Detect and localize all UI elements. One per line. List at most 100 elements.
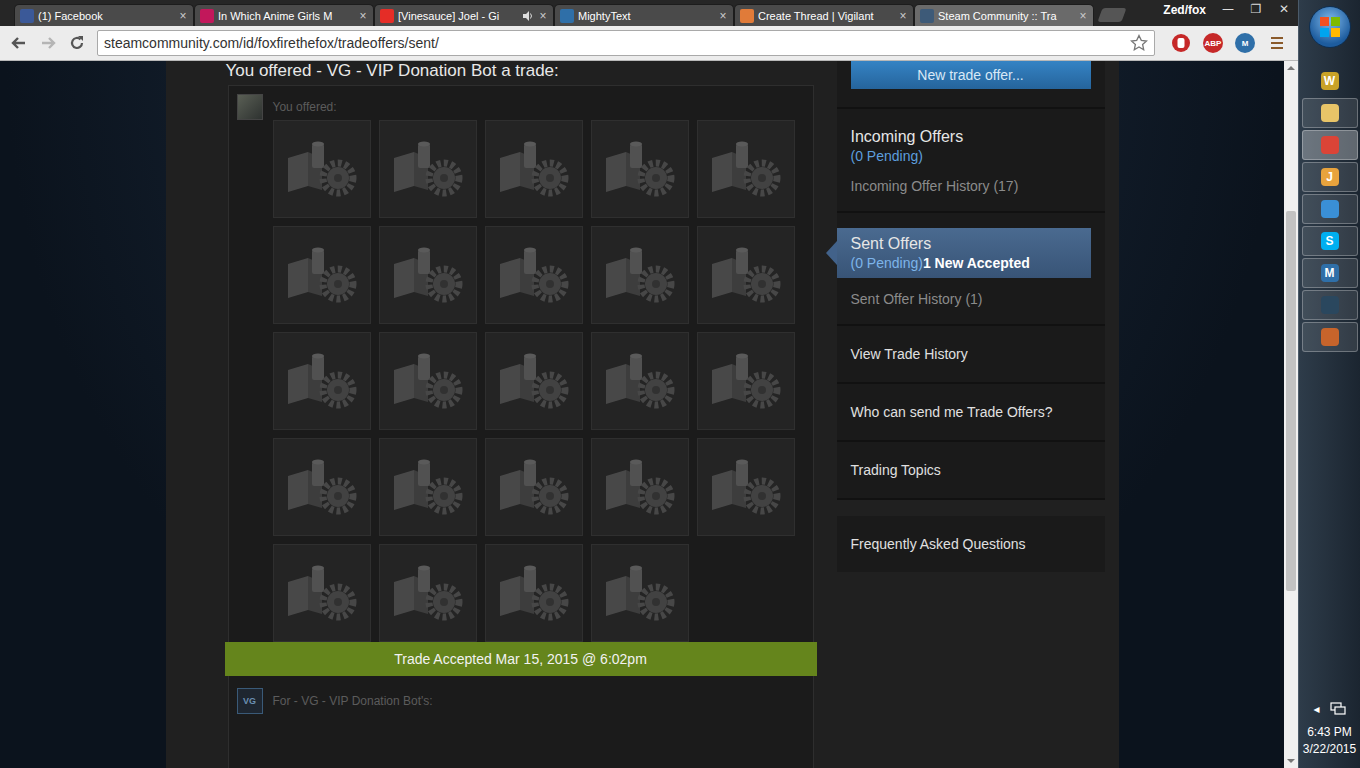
item-tile[interactable] bbox=[379, 120, 477, 218]
item-tile[interactable] bbox=[273, 332, 371, 430]
app-icon: W bbox=[1321, 72, 1339, 90]
new-trade-offer-button[interactable]: New trade offer... bbox=[851, 61, 1091, 89]
extension-button[interactable]: M bbox=[1232, 30, 1258, 56]
item-tile[interactable] bbox=[697, 332, 795, 430]
user-avatar[interactable] bbox=[237, 94, 263, 120]
taskbar-app-button[interactable] bbox=[1302, 322, 1358, 352]
scroll-thumb[interactable] bbox=[1286, 211, 1296, 591]
browser-tab[interactable]: In Which Anime Girls M× bbox=[194, 4, 374, 26]
extension-button[interactable] bbox=[1168, 30, 1194, 56]
taskbar-app-button[interactable]: J bbox=[1302, 162, 1358, 192]
faq-link[interactable]: Frequently Asked Questions bbox=[837, 516, 1105, 572]
item-tile[interactable] bbox=[485, 226, 583, 324]
menu-button[interactable] bbox=[1264, 30, 1290, 56]
item-tile[interactable] bbox=[485, 332, 583, 430]
tab-close-button[interactable]: × bbox=[898, 9, 908, 23]
metal-item-icon bbox=[600, 562, 680, 624]
taskbar-app-button[interactable]: S bbox=[1302, 226, 1358, 256]
item-tile[interactable] bbox=[591, 544, 689, 642]
tab-title: (1) Facebook bbox=[38, 10, 174, 22]
app-icon bbox=[1321, 136, 1339, 154]
scroll-up-icon[interactable] bbox=[1284, 61, 1298, 75]
taskbar-app-button[interactable] bbox=[1302, 98, 1358, 128]
window-control-button[interactable]: ❐ bbox=[1242, 0, 1270, 18]
forward-arrow-icon bbox=[39, 34, 57, 52]
item-tile[interactable] bbox=[697, 226, 795, 324]
tab-title: Create Thread | Vigilant bbox=[758, 10, 894, 22]
speaker-icon[interactable] bbox=[522, 10, 534, 22]
tab-close-button[interactable]: × bbox=[718, 9, 728, 23]
item-tile[interactable] bbox=[485, 438, 583, 536]
tab-title: [Vinesauce] Joel - Gi bbox=[398, 10, 518, 22]
item-tile[interactable] bbox=[273, 438, 371, 536]
item-tile[interactable] bbox=[273, 120, 371, 218]
taskbar-app-button[interactable] bbox=[1302, 130, 1358, 160]
section-header[interactable]: Sent Offers(0 Pending)1 New Accepted bbox=[837, 228, 1091, 278]
taskbar-app-button[interactable] bbox=[1302, 194, 1358, 224]
app-icon: S bbox=[1321, 232, 1339, 250]
start-button[interactable] bbox=[1309, 6, 1351, 48]
metal-item-icon bbox=[600, 244, 680, 306]
browser-tab[interactable]: [Vinesauce] Joel - Gi × bbox=[374, 4, 554, 26]
reload-button[interactable] bbox=[64, 30, 90, 56]
new-tab-button[interactable] bbox=[1097, 8, 1126, 22]
scroll-down-icon[interactable] bbox=[1284, 754, 1298, 768]
partner-avatar[interactable]: VG bbox=[237, 688, 263, 714]
browser-tab[interactable]: MightyText× bbox=[554, 4, 734, 26]
browser-tab[interactable]: Create Thread | Vigilant × bbox=[734, 4, 914, 26]
show-hidden-icons-button[interactable]: ◂ bbox=[1313, 702, 1319, 716]
window-control-button[interactable]: — bbox=[1214, 0, 1242, 18]
item-tile[interactable] bbox=[591, 120, 689, 218]
window-control-button[interactable]: ✕ bbox=[1270, 0, 1298, 18]
desktop: (1) Facebook×In Which Anime Girls M×[Vin… bbox=[0, 0, 1360, 768]
offer-box: You offered:Trade Accepted Mar 15, 2015 … bbox=[228, 85, 814, 768]
network-icon[interactable] bbox=[1330, 702, 1346, 716]
tab-close-button[interactable]: × bbox=[178, 9, 188, 23]
bookmark-star-icon[interactable] bbox=[1130, 34, 1148, 52]
scrollbar[interactable] bbox=[1284, 61, 1298, 768]
metal-item-icon bbox=[388, 138, 468, 200]
favicon-icon bbox=[380, 9, 394, 23]
item-tile[interactable] bbox=[379, 544, 477, 642]
clock-time: 6:43 PM bbox=[1303, 724, 1356, 741]
extension-button[interactable]: ABP bbox=[1200, 30, 1226, 56]
item-tile[interactable] bbox=[591, 226, 689, 324]
offer-section: Incoming Offers(0 Pending) Incoming Offer… bbox=[837, 109, 1105, 213]
section-header[interactable]: Incoming Offers(0 Pending) bbox=[837, 127, 1105, 165]
taskbar-app-button[interactable] bbox=[1302, 290, 1358, 320]
sidebar-link[interactable]: Who can send me Trade Offers? bbox=[837, 384, 1105, 442]
item-tile[interactable] bbox=[485, 544, 583, 642]
taskbar-app-button[interactable]: M bbox=[1302, 258, 1358, 288]
item-tile[interactable] bbox=[697, 120, 795, 218]
item-tile[interactable] bbox=[379, 332, 477, 430]
pending-count[interactable]: (0 Pending) bbox=[851, 255, 923, 271]
profile-label[interactable]: Zed/fox bbox=[1155, 3, 1214, 17]
taskbar-app-button[interactable]: W bbox=[1302, 66, 1358, 96]
pending-count[interactable]: (0 Pending) bbox=[851, 148, 923, 164]
browser-tab[interactable]: (1) Facebook × bbox=[14, 4, 194, 26]
item-tile[interactable] bbox=[697, 438, 795, 536]
sidebar-link[interactable]: View Trade History bbox=[837, 326, 1105, 384]
item-tile[interactable] bbox=[379, 226, 477, 324]
offer-history-link[interactable]: Incoming Offer History (17) bbox=[837, 177, 1105, 195]
tab-close-button[interactable]: × bbox=[538, 9, 548, 23]
item-tile[interactable] bbox=[273, 226, 371, 324]
content-column: You offered - VG - VIP Donation Bot a tr… bbox=[166, 61, 1119, 768]
page-viewport: You offered - VG - VIP Donation Bot a tr… bbox=[0, 61, 1298, 768]
offer-history-link[interactable]: Sent Offer History (1) bbox=[837, 290, 1105, 308]
tab-close-button[interactable]: × bbox=[1078, 9, 1088, 23]
item-tile[interactable] bbox=[379, 438, 477, 536]
sidebar-link[interactable]: Trading Topics bbox=[837, 442, 1105, 500]
clock[interactable]: 6:43 PM3/22/2015 bbox=[1303, 724, 1356, 758]
item-tile[interactable] bbox=[591, 438, 689, 536]
tab-close-button[interactable]: × bbox=[358, 9, 368, 23]
address-bar[interactable]: steamcommunity.com/id/foxfirethefox/trad… bbox=[97, 30, 1155, 56]
forward-button[interactable] bbox=[35, 30, 61, 56]
item-grid bbox=[273, 120, 795, 642]
item-tile[interactable] bbox=[273, 544, 371, 642]
item-tile[interactable] bbox=[591, 332, 689, 430]
favicon-icon bbox=[740, 9, 754, 23]
item-tile[interactable] bbox=[485, 120, 583, 218]
back-button[interactable] bbox=[6, 30, 32, 56]
browser-tab[interactable]: Steam Community :: Tra× bbox=[914, 4, 1094, 26]
